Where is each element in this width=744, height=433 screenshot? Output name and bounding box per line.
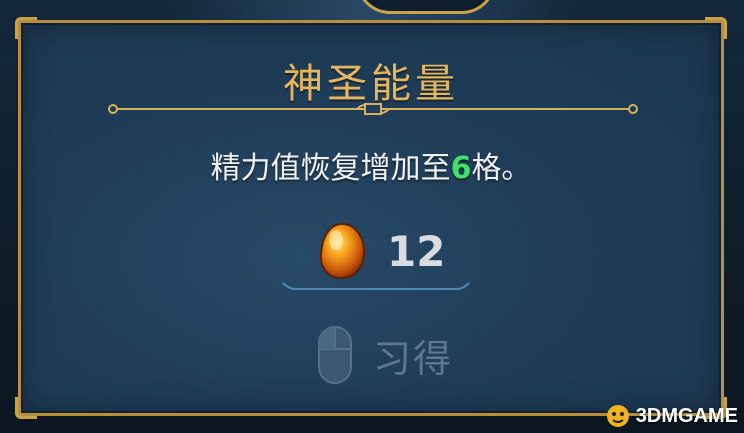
skill-dialog-panel: 神圣能量 精力值恢复增加至6格。 12 习得	[15, 17, 727, 419]
cost-divider	[282, 282, 470, 290]
corner-ornament	[705, 17, 727, 39]
description-highlight-value: 6	[450, 151, 472, 186]
skill-cost: 12	[317, 219, 445, 283]
watermark-logo-icon	[606, 405, 629, 427]
amber-gem-icon	[319, 222, 366, 280]
cost-value: 12	[387, 226, 446, 276]
description-text-end: 格。	[471, 151, 532, 186]
watermark-text: 3DMGAME	[635, 404, 738, 427]
mouse-icon	[318, 326, 352, 384]
description-text: 精力值恢复增加至	[210, 151, 451, 186]
learn-button-label: 习得	[373, 336, 454, 381]
title-divider	[108, 103, 638, 115]
learn-button[interactable]: 习得	[317, 325, 453, 385]
corner-ornament	[15, 17, 37, 39]
watermark: 3DMGAME	[604, 403, 738, 429]
corner-ornament	[15, 397, 37, 419]
skill-description: 精力值恢复增加至6格。	[21, 143, 721, 187]
